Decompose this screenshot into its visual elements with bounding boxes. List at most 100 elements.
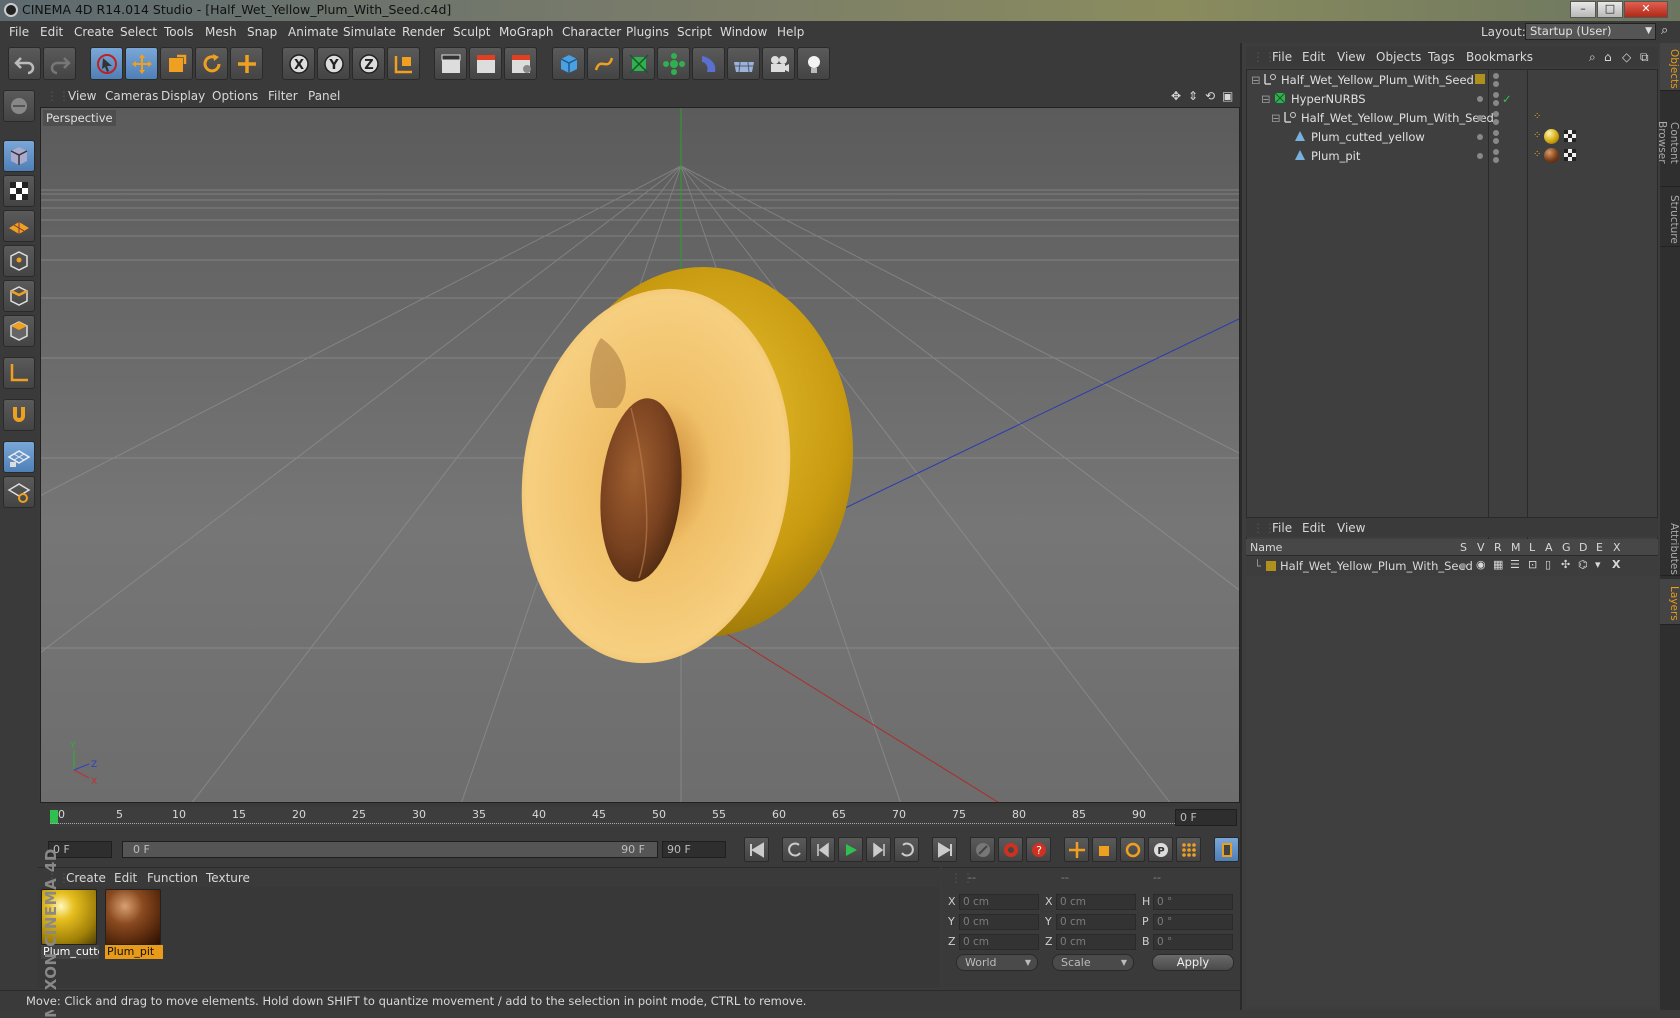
dolly-view-icon[interactable]: ⇕: [1188, 89, 1198, 103]
menu-mesh[interactable]: Mesh: [205, 25, 237, 39]
generator-icon[interactable]: ✣: [1561, 558, 1570, 571]
record-keys-button[interactable]: [970, 837, 995, 862]
minimize-button[interactable]: –: [1570, 1, 1596, 18]
size-mode-dropdown[interactable]: Scale ▼: [1052, 954, 1134, 971]
coordinate-system-toggle[interactable]: [387, 47, 420, 80]
render-settings-button[interactable]: [504, 47, 537, 80]
menu-help[interactable]: Help: [777, 25, 804, 39]
editor-visibility-dot[interactable]: [1493, 149, 1499, 155]
column-animation[interactable]: A: [1545, 541, 1553, 554]
menu-render[interactable]: Render: [402, 25, 445, 39]
material-menu-edit[interactable]: Edit: [114, 871, 137, 885]
collapse-icon[interactable]: ⊟: [1271, 111, 1281, 125]
maximize-view-icon[interactable]: ▣: [1222, 89, 1233, 103]
column-solo[interactable]: S: [1460, 541, 1467, 554]
render-icon[interactable]: ▦: [1493, 558, 1503, 571]
render-visibility-dot[interactable]: [1493, 138, 1499, 144]
home-icon[interactable]: ⌂: [1604, 50, 1612, 64]
viewport-menu-filter[interactable]: Filter: [268, 89, 298, 103]
tab-attributes[interactable]: Attributes: [1660, 518, 1680, 576]
points-mode-button[interactable]: [3, 245, 35, 277]
menu-simulate[interactable]: Simulate: [343, 25, 396, 39]
workplane-lock-button[interactable]: [3, 441, 35, 473]
solo-toggle-dot[interactable]: [1460, 563, 1466, 569]
object-menu-tags[interactable]: Tags: [1428, 50, 1455, 64]
uvw-tag-icon[interactable]: [1563, 129, 1577, 143]
timeline-ruler[interactable]: 0 5 10 15 20 25 30 35 40 45 50 55 60 65 …: [38, 803, 1240, 833]
size-z-field[interactable]: 0 cm: [1056, 934, 1136, 950]
render-view-button[interactable]: [434, 47, 467, 80]
locked-workplane-button[interactable]: [3, 476, 35, 508]
editor-visibility-dot[interactable]: [1493, 73, 1499, 79]
add-light-button[interactable]: [797, 47, 830, 80]
phong-tag-icon[interactable]: ⁘: [1533, 130, 1541, 141]
column-locked[interactable]: L: [1529, 541, 1535, 554]
maximize-button[interactable]: □: [1597, 1, 1623, 18]
x-axis-lock[interactable]: X: [282, 47, 315, 80]
tab-structure[interactable]: Structure: [1660, 189, 1680, 247]
size-x-field[interactable]: 0 cm: [1056, 894, 1136, 910]
snap-button[interactable]: [3, 399, 35, 431]
menu-tools[interactable]: Tools: [164, 25, 194, 39]
collapse-icon[interactable]: ⊟: [1261, 92, 1271, 106]
viewport-menu-view[interactable]: View: [68, 89, 96, 103]
next-frame-button[interactable]: [866, 837, 891, 862]
keyframe-selection-button[interactable]: ?: [1026, 837, 1051, 862]
column-deformers[interactable]: D: [1579, 541, 1587, 554]
go-to-end-button[interactable]: [932, 837, 957, 862]
add-deformer-button[interactable]: [692, 47, 725, 80]
timeline-track[interactable]: 0 5 10 15 20 25 30 35 40 45 50 55 60 65 …: [50, 807, 1180, 827]
object-menu-bookmarks[interactable]: Bookmarks: [1466, 50, 1533, 64]
enabled-checkmark-icon[interactable]: ✓: [1502, 92, 1512, 106]
object-menu-edit[interactable]: Edit: [1302, 50, 1325, 64]
material-plum-pit[interactable]: Plum_pit: [105, 889, 163, 961]
render-to-picture-viewer-button[interactable]: [469, 47, 502, 80]
add-nurbs-button[interactable]: [622, 47, 655, 80]
pos-x-field[interactable]: 0 cm: [959, 894, 1039, 910]
record-scale-toggle[interactable]: [1092, 837, 1117, 862]
eye-icon[interactable]: ◉: [1476, 558, 1486, 571]
model-mode-button[interactable]: [3, 140, 35, 172]
edges-mode-button[interactable]: [3, 280, 35, 312]
menu-script[interactable]: Script: [677, 25, 712, 39]
lock-icon[interactable]: ⊡: [1528, 558, 1537, 571]
uvw-tag-icon[interactable]: [1563, 148, 1577, 162]
render-visibility-dot[interactable]: [1493, 100, 1499, 106]
workplane-mode-button[interactable]: [3, 210, 35, 242]
orbit-view-icon[interactable]: ⟲: [1205, 89, 1215, 103]
previous-key-button[interactable]: [782, 837, 807, 862]
column-render[interactable]: R: [1494, 541, 1502, 554]
menu-create[interactable]: Create: [74, 25, 114, 39]
material-menu-texture[interactable]: Texture: [206, 871, 250, 885]
pos-y-field[interactable]: 0 cm: [959, 914, 1039, 930]
column-expressions[interactable]: E: [1596, 541, 1603, 554]
render-visibility-dot[interactable]: [1493, 157, 1499, 163]
apply-button[interactable]: Apply: [1152, 954, 1234, 971]
current-frame-field[interactable]: 0 F: [1175, 809, 1237, 826]
object-row[interactable]: Plum_pit ⁘: [1247, 146, 1659, 166]
playhead-marker[interactable]: [50, 810, 58, 824]
rot-p-field[interactable]: 0 °: [1153, 914, 1233, 930]
texture-mode-button[interactable]: [3, 175, 35, 207]
editor-visibility-dot[interactable]: [1493, 130, 1499, 136]
add-spline-button[interactable]: [587, 47, 620, 80]
record-position-toggle[interactable]: [1064, 837, 1089, 862]
search-icon[interactable]: ⌕: [1661, 23, 1668, 38]
make-editable-button[interactable]: [3, 90, 35, 122]
add-floor-button[interactable]: [727, 47, 760, 80]
play-button[interactable]: [838, 837, 863, 862]
material-tag-yellow[interactable]: [1544, 129, 1559, 144]
tab-content-browser[interactable]: Content Browser: [1656, 95, 1680, 187]
menu-mograph[interactable]: MoGraph: [499, 25, 554, 39]
next-key-button[interactable]: [894, 837, 919, 862]
object-row[interactable]: ⊟ HyperNURBS ✓: [1247, 89, 1659, 109]
previous-frame-button[interactable]: [810, 837, 835, 862]
timeline-window-button[interactable]: [1214, 837, 1239, 862]
tab-layers[interactable]: Layers: [1660, 579, 1680, 625]
layer-menu-file[interactable]: File: [1272, 521, 1292, 535]
viewport-menu-cameras[interactable]: Cameras: [105, 89, 158, 103]
end-frame-field[interactable]: 90 F: [662, 841, 726, 858]
material-menu-create[interactable]: Create: [66, 871, 106, 885]
rot-b-field[interactable]: 0 °: [1153, 934, 1233, 950]
new-view-icon[interactable]: ⧉: [1640, 50, 1649, 65]
